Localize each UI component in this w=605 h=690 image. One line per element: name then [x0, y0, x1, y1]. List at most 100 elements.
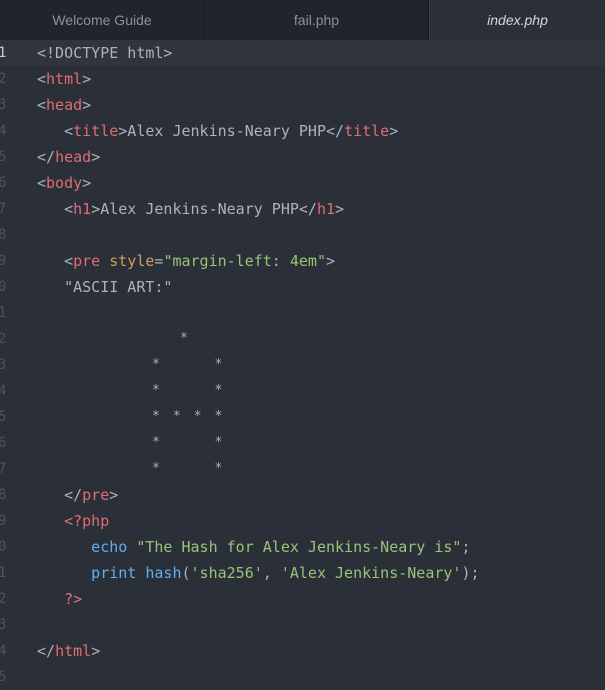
code-token: <	[37, 200, 74, 218]
code-line[interactable]: 6 <body>	[0, 170, 605, 196]
line-number: 7	[0, 461, 7, 477]
code-token: 'sha256'	[190, 564, 263, 582]
code-token: echo	[37, 538, 137, 556]
code-text: <h1>Alex Jenkins-Neary PHP</h1>	[37, 196, 344, 222]
code-token: <!DOCTYPE html>	[37, 44, 173, 62]
tab-index-php[interactable]: index.php	[429, 0, 605, 40]
code-token: </	[37, 642, 56, 660]
code-line[interactable]: 6 * *	[0, 430, 605, 456]
code-line[interactable]: 2 ?>	[0, 586, 605, 612]
code-token: title	[73, 122, 119, 140]
line-number: 9	[0, 513, 7, 529]
code-line[interactable]: 9 <pre style="margin-left: 4em">	[0, 248, 605, 274]
code-token: >	[91, 148, 101, 166]
code-token: body	[46, 174, 83, 192]
tab-fail-php[interactable]: fail.php	[205, 0, 429, 40]
code-token: ,	[262, 564, 281, 582]
code-token: >	[82, 70, 92, 88]
code-token: pre	[73, 252, 101, 270]
code-line[interactable]: 0 "ASCII ART:"	[0, 274, 605, 300]
code-token: h1	[73, 200, 92, 218]
code-token: );	[461, 564, 480, 582]
code-text: </pre>	[37, 482, 118, 508]
code-editor[interactable]: 1 <!DOCTYPE html> 2 <html> 3 <head> 4 <title>A…	[0, 40, 605, 690]
code-token: <	[37, 96, 47, 114]
code-text: <?php	[37, 508, 109, 534]
code-token: h1	[316, 200, 336, 218]
code-line[interactable]: 7 <h1>Alex Jenkins-Neary PHP</h1>	[0, 196, 605, 222]
code-line[interactable]: 4 </html>	[0, 638, 605, 664]
code-token: hash	[145, 564, 182, 582]
tab-welcome-guide[interactable]: Welcome Guide	[0, 0, 205, 40]
code-text: "ASCII ART:"	[37, 274, 172, 300]
code-token: (	[181, 564, 191, 582]
code-line[interactable]: 9 <?php	[0, 508, 605, 534]
code-line[interactable]: 1 print hash('sha256', 'Alex Jenkins-Nea…	[0, 560, 605, 586]
code-token: * *	[152, 383, 225, 398]
line-number: 9	[0, 253, 7, 269]
code-token: "ASCII ART:"	[37, 278, 173, 296]
code-line[interactable]: 8 </pre>	[0, 482, 605, 508]
code-line[interactable]: 4 <title>Alex Jenkins-Neary PHP</title>	[0, 118, 605, 144]
code-token: <	[37, 70, 47, 88]
code-token: >	[335, 200, 345, 218]
code-line[interactable]: 2 *	[0, 326, 605, 352]
code-token: </	[37, 148, 56, 166]
line-number: 6	[0, 175, 7, 191]
line-number: 2	[0, 591, 7, 607]
code-line[interactable]: 4 * *	[0, 378, 605, 404]
line-number: 8	[0, 487, 7, 503]
line-number: 3	[0, 97, 7, 113]
code-token: * *	[152, 357, 225, 372]
code-token: >Alex Jenkins-Neary PHP</	[91, 200, 317, 218]
line-number: 2	[0, 331, 7, 347]
code-token: "margin-left: 4em"	[163, 252, 326, 270]
code-token: ?>	[37, 590, 83, 608]
line-number: 2	[0, 71, 7, 87]
line-number: 6	[0, 435, 7, 451]
code-token: </	[37, 486, 83, 504]
code-line[interactable]: 5	[0, 664, 605, 690]
line-number: 0	[0, 539, 7, 555]
code-line[interactable]: 8	[0, 222, 605, 248]
code-token: * * * *	[152, 409, 225, 424]
code-token: 'Alex Jenkins-Neary'	[280, 564, 462, 582]
line-number: 3	[0, 617, 7, 633]
code-text: <!DOCTYPE html>	[37, 40, 172, 66]
code-line[interactable]: 2 <html>	[0, 66, 605, 92]
code-line[interactable]: 5 * * * *	[0, 404, 605, 430]
code-text: </html>	[37, 638, 100, 664]
code-token: >	[82, 174, 92, 192]
code-token: >	[109, 486, 119, 504]
code-token: <?php	[37, 512, 110, 530]
code-line[interactable]: 3 * *	[0, 352, 605, 378]
code-token: >	[91, 642, 101, 660]
code-line[interactable]: 5 </head>	[0, 144, 605, 170]
code-text: <body>	[37, 170, 91, 196]
code-line[interactable]: 0 echo "The Hash for Alex Jenkins-Neary …	[0, 534, 605, 560]
code-token: >	[389, 122, 399, 140]
code-token: * *	[152, 461, 225, 476]
line-number: 5	[0, 149, 7, 165]
code-token: <	[37, 122, 74, 140]
code-text: <title>Alex Jenkins-Neary PHP</title>	[37, 118, 398, 144]
line-number: 0	[0, 279, 7, 295]
code-line[interactable]: 1	[0, 300, 605, 326]
line-number: 4	[0, 383, 7, 399]
code-token: head	[55, 148, 92, 166]
code-token: title	[344, 122, 390, 140]
code-line[interactable]: 3 <head>	[0, 92, 605, 118]
code-token: <	[37, 174, 47, 192]
line-number: 3	[0, 357, 7, 373]
code-line[interactable]: 1 <!DOCTYPE html>	[0, 40, 605, 66]
code-text: print hash('sha256', 'Alex Jenkins-Neary…	[37, 560, 480, 586]
line-number: 1	[0, 45, 7, 61]
code-text: ?>	[37, 586, 82, 612]
code-token: * *	[152, 435, 225, 450]
line-number: 1	[0, 305, 7, 321]
code-token: style	[109, 252, 155, 270]
code-line[interactable]: 7 * *	[0, 456, 605, 482]
code-line[interactable]: 3	[0, 612, 605, 638]
code-text: </head>	[37, 144, 100, 170]
